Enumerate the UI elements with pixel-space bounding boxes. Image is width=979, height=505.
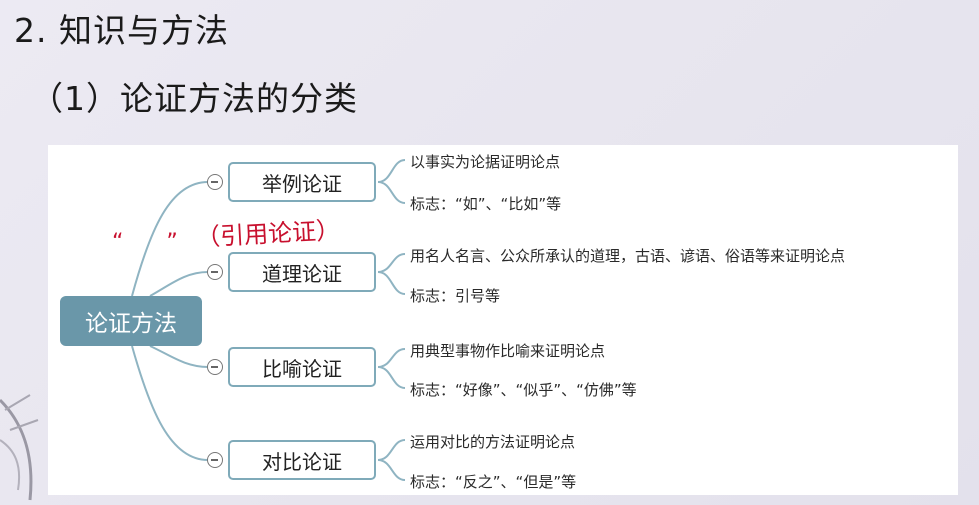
collapse-toggle-icon[interactable]	[207, 264, 223, 280]
branch-node-contrast[interactable]: 对比论证	[228, 440, 376, 480]
mindmap-root-node[interactable]: 论证方法	[60, 296, 202, 346]
connector-branch-3	[149, 345, 209, 368]
branch-marker-text: 标志：“如”、“比如”等	[410, 195, 562, 213]
collapse-toggle-icon[interactable]	[207, 452, 223, 468]
branch-detail-text: 用典型事物作比喻来证明论点	[410, 342, 606, 360]
annotation-quote-marks: “ ”	[112, 230, 196, 255]
connector-branch-4	[131, 345, 209, 461]
branch-marker-text: 标志：引号等	[410, 287, 501, 305]
connector-branch-2	[149, 271, 209, 297]
branch-node-reasoning[interactable]: 道理论证	[228, 252, 376, 292]
branch-node-example[interactable]: 举例论证	[228, 162, 376, 202]
bracket-branch-2	[377, 253, 406, 295]
branch-marker-text: 标志：“好像”、“似乎”、“仿佛”等	[410, 381, 637, 399]
branch-marker-text: 标志：“反之”、“但是”等	[410, 473, 577, 491]
branch-detail-text: 运用对比的方法证明论点	[410, 433, 576, 451]
bracket-branch-3	[377, 348, 406, 389]
bracket-branch-4	[377, 439, 406, 481]
branch-node-metaphor[interactable]: 比喻论证	[228, 347, 376, 387]
collapse-toggle-icon[interactable]	[207, 174, 223, 190]
branch-detail-text: 以事实为论据证明论点	[410, 153, 561, 171]
collapse-toggle-icon[interactable]	[207, 359, 223, 375]
bracket-branch-1	[377, 159, 406, 204]
branch-detail-text: 用名人名言、公众所承认的道理，古语、谚语、俗语等来证明论点	[410, 247, 846, 265]
